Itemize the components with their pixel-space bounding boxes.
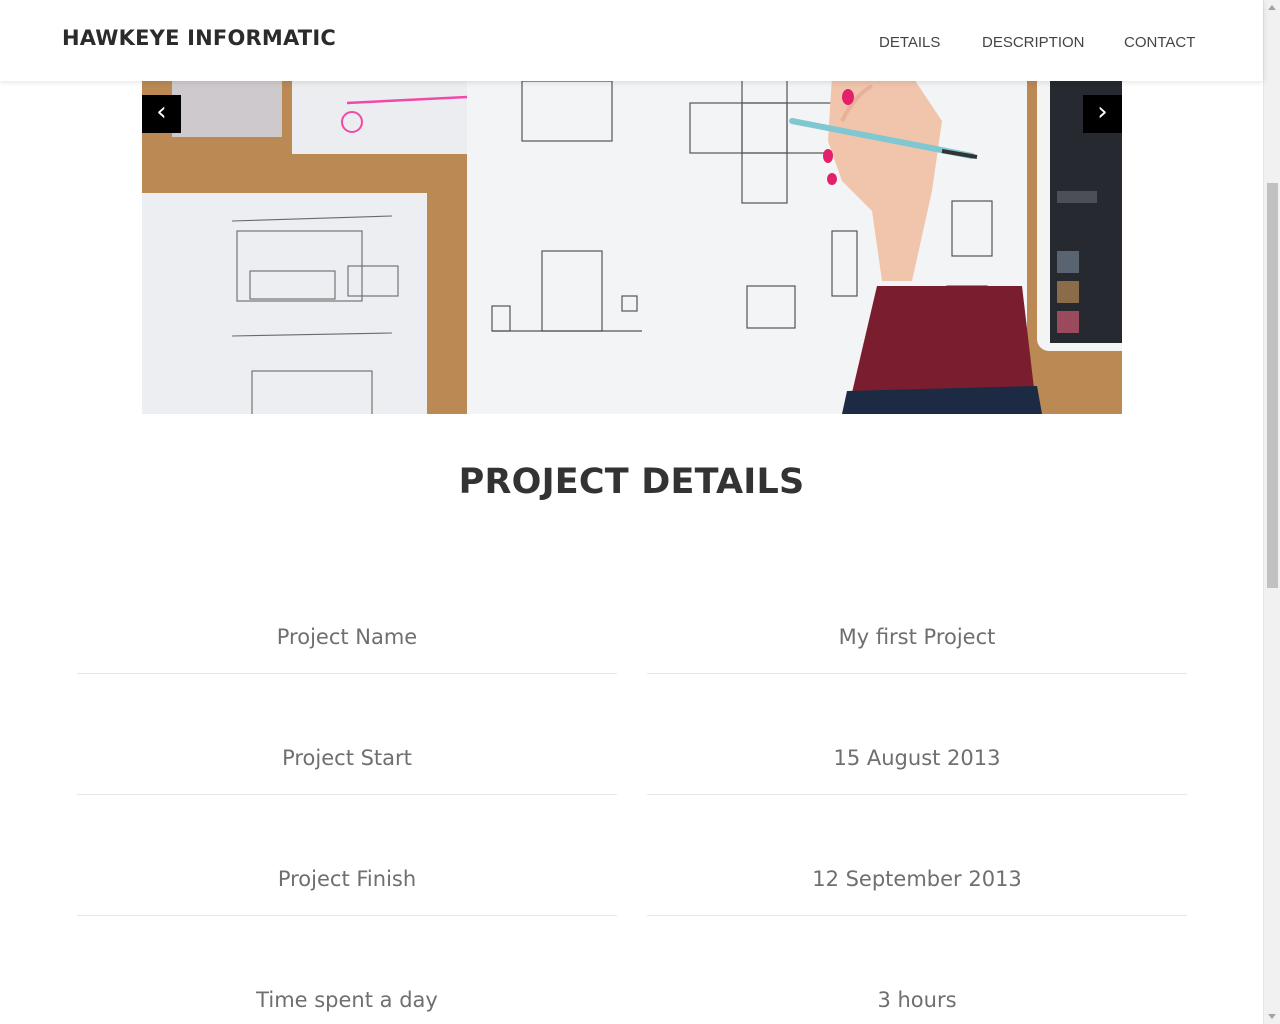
detail-value: 3 hours bbox=[877, 988, 957, 1012]
detail-value: 12 September 2013 bbox=[812, 867, 1022, 891]
detail-label: Time spent a day bbox=[256, 988, 438, 1012]
detail-label-cell: Project Finish bbox=[77, 856, 617, 916]
detail-label-cell: Project Start bbox=[77, 735, 617, 795]
page-scrollbar[interactable] bbox=[1263, 0, 1280, 1024]
scroll-down-arrow-icon[interactable] bbox=[1268, 1014, 1276, 1019]
detail-value-cell: 3 hours bbox=[647, 977, 1187, 1024]
detail-value-cell: My first Project bbox=[647, 614, 1187, 674]
nav-link-details[interactable]: DETAILS bbox=[879, 34, 940, 51]
carousel-next-button[interactable]: › bbox=[1083, 95, 1122, 133]
nav-link-contact[interactable]: CONTACT bbox=[1124, 34, 1195, 51]
detail-value-cell: 12 September 2013 bbox=[647, 856, 1187, 916]
nav-link-description[interactable]: DESCRIPTION bbox=[982, 34, 1085, 51]
navbar: HAWKEYE INFORMATIC DETAILS DESCRIPTION C… bbox=[0, 0, 1263, 81]
detail-label: Project Name bbox=[276, 625, 418, 649]
carousel-image-sketching-desk bbox=[142, 81, 1122, 414]
detail-label-cell: Project Name bbox=[77, 614, 617, 674]
detail-label: Project Finish bbox=[277, 867, 417, 891]
detail-label-cell: Time spent a day bbox=[77, 977, 617, 1024]
detail-value: 15 August 2013 bbox=[833, 746, 1001, 770]
carousel-prev-button[interactable]: ‹ bbox=[142, 95, 181, 133]
section-title: PROJECT DETAILS bbox=[458, 462, 805, 502]
scrollbar-thumb[interactable] bbox=[1267, 183, 1278, 588]
scroll-up-arrow-icon[interactable] bbox=[1268, 5, 1276, 10]
detail-label: Project Start bbox=[282, 746, 412, 770]
image-carousel: ‹ › bbox=[142, 81, 1122, 414]
detail-value: My first Project bbox=[838, 625, 996, 649]
detail-value-cell: 15 August 2013 bbox=[647, 735, 1187, 795]
brand-logo-link[interactable]: HAWKEYE INFORMATIC bbox=[62, 26, 336, 50]
